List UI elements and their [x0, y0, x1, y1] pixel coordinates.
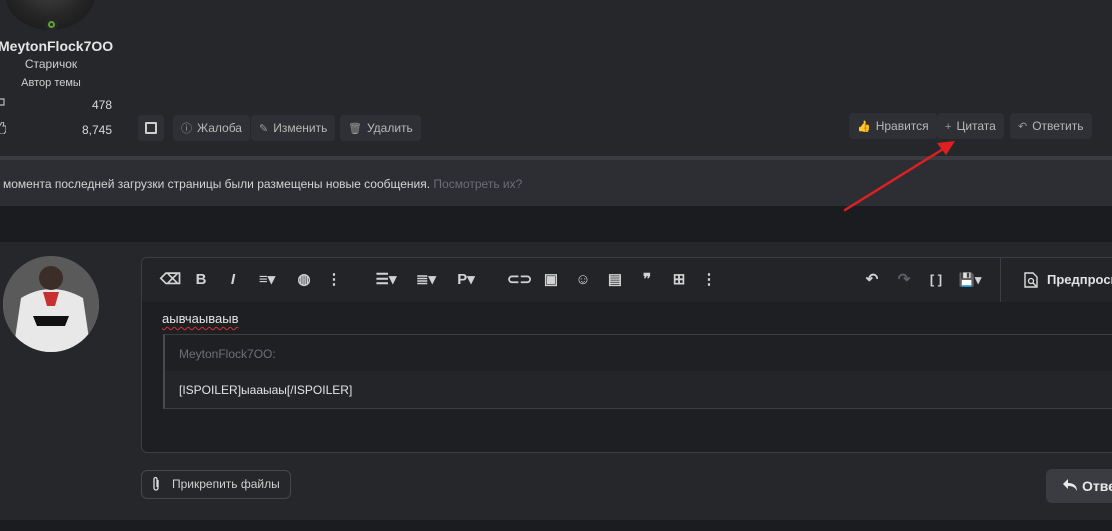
- like-icon: 👍: [857, 121, 871, 133]
- italic-icon[interactable]: I: [224, 270, 242, 290]
- avatar-photo: [3, 256, 99, 352]
- section-gap: [0, 206, 1112, 242]
- link-icon[interactable]: ⊂⊃: [507, 270, 532, 290]
- more-insert-icon[interactable]: ⋮: [699, 270, 719, 290]
- thread-author-banner: Автор темы: [21, 77, 81, 89]
- report-icon: ⓘ: [181, 123, 192, 135]
- page-bottom: [0, 520, 1112, 531]
- paragraph-icon[interactable]: P▾: [452, 270, 480, 290]
- palette-icon[interactable]: ◍: [294, 270, 314, 290]
- more-text-icon[interactable]: ⋮: [324, 270, 344, 290]
- redo-icon[interactable]: ↷: [894, 270, 914, 290]
- delete-button[interactable]: 🗑 Удалить: [340, 115, 421, 141]
- post-username[interactable]: MeytonFlock7OO: [0, 38, 113, 54]
- edit-button[interactable]: ✎ Изменить: [251, 115, 336, 141]
- quote-icon[interactable]: ❞: [637, 270, 657, 290]
- edit-icon: ✎: [259, 123, 269, 135]
- trash-icon: 🗑: [348, 123, 362, 135]
- current-user-avatar[interactable]: [3, 256, 99, 352]
- attach-files-label: Прикрепить файлы: [172, 477, 280, 491]
- clear-format-icon[interactable]: ⌫: [160, 270, 181, 290]
- select-post-checkbox[interactable]: [138, 115, 164, 141]
- align-icon[interactable]: ≣▾: [410, 270, 442, 290]
- reply-icon: ↶: [1018, 121, 1028, 133]
- like-button[interactable]: 👍 Нравится: [849, 113, 937, 139]
- report-button[interactable]: ⓘ Жалоба: [173, 115, 250, 141]
- editor-message-text[interactable]: аывчаываыв: [162, 311, 238, 326]
- submit-reply-label: Ответить: [1082, 478, 1112, 494]
- stat-messages-value: 478: [91, 98, 112, 112]
- image-icon[interactable]: ▣: [541, 270, 561, 290]
- media-icon[interactable]: ▤: [605, 270, 625, 290]
- reply-arrow-icon: [1063, 479, 1077, 491]
- notice-message: момента последней загрузки страницы были…: [3, 177, 431, 191]
- text-style-icon[interactable]: ≡▾: [252, 270, 282, 290]
- stat-likes-value: 8,745: [81, 123, 112, 137]
- user-title: Старичок: [24, 57, 78, 71]
- delete-label: Удалить: [366, 121, 413, 135]
- like-label: Нравится: [875, 119, 929, 133]
- paperclip-icon: [153, 476, 159, 491]
- reply-button[interactable]: ↶ Ответить: [1010, 113, 1092, 139]
- table-icon[interactable]: ⊞: [669, 270, 689, 290]
- quote-body[interactable]: [ISPOILER]ыааыаы[/ISPOILER]: [179, 383, 352, 397]
- preview-label: Предпросмотр: [1047, 272, 1112, 287]
- plus-icon: +: [945, 121, 952, 133]
- messages-icon: [0, 98, 5, 106]
- report-label: Жалоба: [197, 121, 242, 135]
- notice-text: момента последней загрузки страницы были…: [3, 177, 522, 191]
- reply-label: Ответить: [1032, 119, 1084, 133]
- attach-files-button[interactable]: Прикрепить файлы: [141, 470, 291, 499]
- bbcode-toggle-icon[interactable]: [ ]: [924, 270, 948, 290]
- quote-author: MeytonFlock7OO:: [179, 347, 276, 361]
- submit-reply-button[interactable]: Ответить: [1046, 469, 1112, 503]
- notice-link[interactable]: Посмотреть их?: [433, 177, 522, 191]
- undo-icon[interactable]: ↶: [862, 270, 882, 290]
- quote-button[interactable]: + Цитата: [937, 113, 1004, 139]
- quote-header: [165, 335, 1112, 371]
- drafts-icon[interactable]: 💾▾: [954, 270, 986, 290]
- likes-icon: [0, 122, 6, 134]
- quote-label: Цитата: [956, 119, 996, 133]
- online-status-icon: [45, 18, 58, 31]
- preview-button[interactable]: Предпросмотр: [1000, 258, 1112, 302]
- emoji-icon[interactable]: ☺: [573, 270, 593, 290]
- edit-label: Изменить: [273, 121, 328, 135]
- list-icon[interactable]: ☰▾: [370, 270, 402, 290]
- bold-icon[interactable]: B: [192, 270, 210, 290]
- preview-icon: [1024, 272, 1038, 288]
